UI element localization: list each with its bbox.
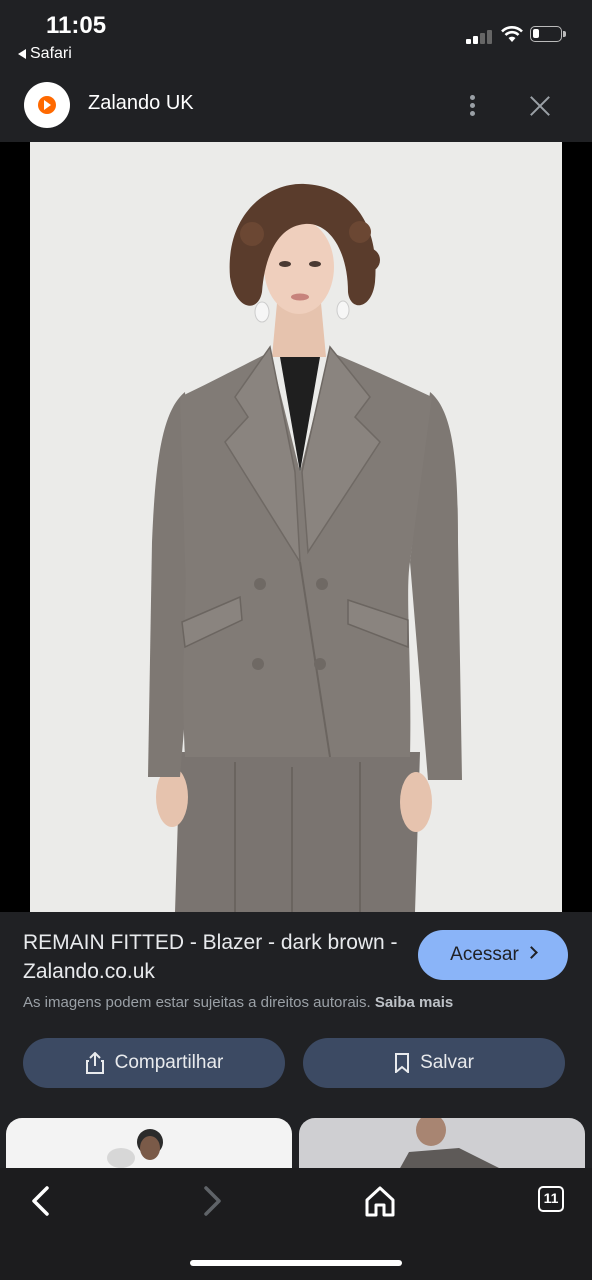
save-label: Salvar [420,1052,474,1073]
visit-button[interactable]: Acessar [418,930,568,980]
back-app-label: Safari [30,45,72,62]
bookmark-icon [395,1053,410,1073]
related-image-1[interactable] [6,1118,292,1170]
chevron-right-icon [524,946,538,960]
result-info-panel: REMAIN FITTED - Blazer - dark brown - Za… [0,912,592,1112]
copyright-notice: As imagens podem estar sujeitas a direit… [23,994,453,1011]
share-icon [85,1052,104,1074]
copyright-text: As imagens podem estar sujeitas a direit… [23,994,371,1011]
forward-arrow-icon[interactable] [192,1182,232,1222]
battery-icon [530,26,566,42]
home-icon[interactable] [360,1182,400,1222]
share-label: Compartilhar [114,1052,224,1073]
zalando-logo-icon[interactable] [24,82,70,128]
learn-more-link[interactable]: Saiba mais [375,994,453,1011]
related-images-row [0,1112,592,1170]
model-in-blazer-illustration [30,142,562,912]
tabs-count-button[interactable]: 11 [538,1186,564,1212]
share-button[interactable]: Compartilhar [23,1038,285,1088]
site-name[interactable]: Zalando UK [88,92,194,115]
close-icon[interactable] [524,90,556,122]
back-to-safari-link[interactable]: Safari [18,45,72,63]
home-indicator [190,1260,402,1266]
product-photo[interactable] [30,142,562,912]
more-vert-icon[interactable] [462,92,482,120]
browser-toolbar: 11 [0,1168,592,1280]
cellular-signal-icon [466,28,494,44]
battery-fill [533,29,539,38]
image-viewer [0,142,592,912]
source-header: Zalando UK [0,70,592,142]
back-triangle-icon [18,48,26,59]
result-title[interactable]: REMAIN FITTED - Blazer - dark brown - Za… [23,928,403,986]
status-bar: 11:05 Safari [0,0,592,70]
status-time: 11:05 [46,12,107,39]
visit-label: Acessar [450,944,519,965]
back-arrow-icon[interactable] [22,1182,62,1222]
related-image-2[interactable] [299,1118,585,1170]
wifi-icon [501,26,523,42]
save-button[interactable]: Salvar [303,1038,565,1088]
